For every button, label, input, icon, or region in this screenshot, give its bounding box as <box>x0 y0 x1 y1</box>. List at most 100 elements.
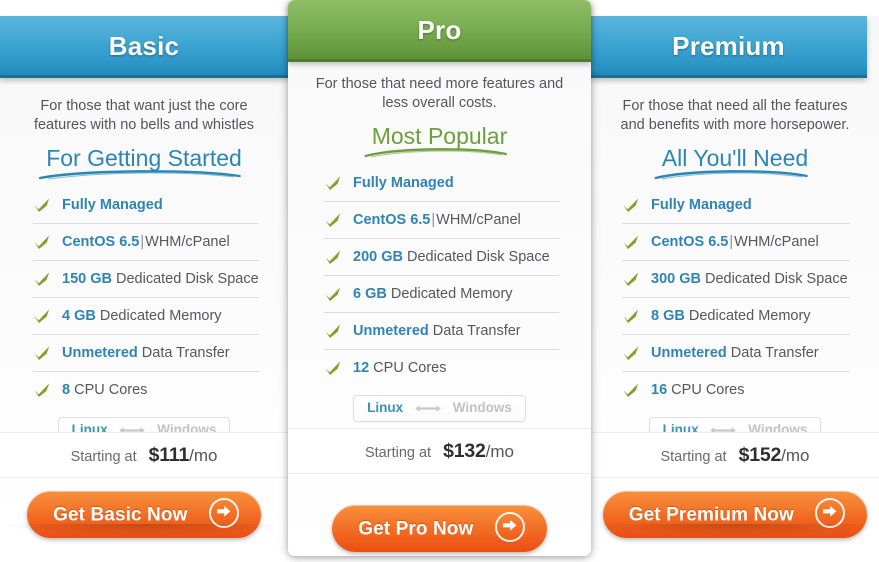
check-icon <box>623 272 639 286</box>
cta-label: Get Pro Now <box>358 518 474 540</box>
check-icon <box>325 250 341 264</box>
feature-rest: Dedicated Disk Space <box>116 271 259 287</box>
feature-item: 300 GB Dedicated Disk Space <box>622 261 850 298</box>
get-basic-now-button[interactable]: Get Basic Now <box>27 491 261 538</box>
cta-label: Get Premium Now <box>628 504 794 526</box>
feature-list-premium: Fully Managed CentOS 6.5|WHM/cPanel 300 … <box>590 187 879 408</box>
price-amount: $111 <box>148 444 190 466</box>
feature-value: 16 <box>651 382 668 398</box>
check-icon <box>34 309 50 323</box>
feature-value: 8 <box>62 382 71 398</box>
price-period: /mo <box>189 446 218 465</box>
price-strip-basic: Starting at $111/mo <box>0 432 289 478</box>
starting-at-label: Starting at <box>660 449 727 465</box>
double-arrow-icon <box>415 405 441 412</box>
feature-value: Unmetered <box>353 323 429 339</box>
feature-rest: Dedicated Memory <box>688 308 811 324</box>
feature-rest: WHM/cPanel <box>145 234 230 250</box>
starting-at-label: Starting at <box>70 449 137 465</box>
check-icon <box>34 235 50 249</box>
plan-card-pro: Pro For those that need more features an… <box>288 0 591 556</box>
feature-value: Unmetered <box>651 345 727 361</box>
plan-title-basic: Basic <box>0 16 289 78</box>
feature-value: CentOS 6.5 <box>353 212 431 228</box>
feature-item: 8 CPU Cores <box>33 372 259 408</box>
swoosh-underline-icon <box>654 170 808 180</box>
feature-rest: Dedicated Disk Space <box>407 249 550 265</box>
feature-rest: Data Transfer <box>730 345 819 361</box>
check-icon <box>34 272 50 286</box>
feature-item: 8 GB Dedicated Memory <box>622 298 850 335</box>
os-toggle-pro[interactable]: Linux Windows <box>353 395 526 422</box>
feature-value: 300 GB <box>651 271 701 287</box>
os-option-linux[interactable]: Linux <box>367 400 403 415</box>
cta-label: Get Basic Now <box>53 504 188 526</box>
price-strip-premium: Starting at $152/mo <box>590 432 879 478</box>
feature-item: CentOS 6.5|WHM/cPanel <box>622 224 850 261</box>
get-premium-now-button[interactable]: Get Premium Now <box>602 491 868 538</box>
feature-value: 200 GB <box>353 249 403 265</box>
feature-value: 12 <box>353 360 370 376</box>
check-icon <box>325 361 341 375</box>
feature-value: 150 GB <box>62 271 112 287</box>
plan-title-pro: Pro <box>288 0 591 62</box>
feature-rest: CPU Cores <box>74 382 148 398</box>
feature-value: Fully Managed <box>62 197 163 213</box>
feature-value: CentOS 6.5 <box>62 234 140 250</box>
feature-item: 4 GB Dedicated Memory <box>33 298 259 335</box>
check-icon <box>623 198 639 212</box>
feature-value: Fully Managed <box>353 175 454 191</box>
plan-title-premium: Premium <box>590 16 867 78</box>
price-amount: $132 <box>443 440 486 462</box>
feature-item: 12 CPU Cores <box>324 350 559 386</box>
price-period: /mo <box>485 442 515 461</box>
check-icon <box>34 383 50 397</box>
feature-item: 200 GB Dedicated Disk Space <box>324 239 559 276</box>
feature-value: 8 GB <box>651 308 685 324</box>
get-pro-now-button[interactable]: Get Pro Now <box>332 505 547 552</box>
feature-item: Fully Managed <box>324 165 559 202</box>
check-icon <box>325 213 341 227</box>
check-icon <box>34 198 50 212</box>
os-toggle-row-pro: Linux Windows <box>288 386 591 422</box>
arrow-right-icon <box>208 497 239 528</box>
feature-list-basic: Fully Managed CentOS 6.5|WHM/cPanel 150 … <box>0 187 289 408</box>
feature-rest: WHM/cPanel <box>436 212 521 228</box>
feature-item: Unmetered Data Transfer <box>324 313 559 350</box>
plan-headline-wrap-basic: For Getting Started <box>0 135 289 180</box>
check-icon <box>325 287 341 301</box>
plan-headline-pro: Most Popular <box>364 123 512 158</box>
check-icon <box>325 324 341 338</box>
feature-item: Unmetered Data Transfer <box>33 335 259 372</box>
feature-item: CentOS 6.5|WHM/cPanel <box>33 224 259 261</box>
arrow-right-icon <box>815 497 846 528</box>
cta-row-premium: Get Premium Now <box>590 491 879 538</box>
feature-value: CentOS 6.5 <box>651 234 729 250</box>
check-icon <box>623 235 639 249</box>
feature-item: 150 GB Dedicated Disk Space <box>33 261 259 298</box>
check-icon <box>623 346 639 360</box>
starting-at-label: Starting at <box>364 445 432 461</box>
feature-rest: Data Transfer <box>432 323 521 339</box>
swoosh-underline-icon <box>39 170 241 180</box>
plan-body-premium: For those that need all the features and… <box>590 78 879 538</box>
swoosh-underline-icon <box>364 148 507 158</box>
feature-item: Unmetered Data Transfer <box>622 335 850 372</box>
feature-rest: CPU Cores <box>671 382 745 398</box>
os-option-windows[interactable]: Windows <box>453 400 512 415</box>
check-icon <box>623 309 639 323</box>
price-strip-pro: Starting at $132/mo <box>288 428 591 474</box>
feature-item: Fully Managed <box>622 187 850 224</box>
plan-card-premium: Premium For those that need all the feat… <box>590 16 879 538</box>
feature-rest: CPU Cores <box>373 360 447 376</box>
cta-row-pro: Get Pro Now <box>288 505 591 552</box>
feature-value: Fully Managed <box>651 197 752 213</box>
check-icon <box>34 346 50 360</box>
plan-tagline-basic: For those that want just the core featur… <box>33 98 255 133</box>
plan-headline-wrap-pro: Most Popular <box>288 113 591 158</box>
plan-headline-basic: For Getting Started <box>39 145 246 180</box>
plan-tagline-premium: For those that need all the features and… <box>620 98 850 133</box>
price-amount: $152 <box>738 444 782 466</box>
plan-headline-wrap-premium: All You'll Need <box>590 135 879 180</box>
feature-value: 6 GB <box>353 286 387 302</box>
